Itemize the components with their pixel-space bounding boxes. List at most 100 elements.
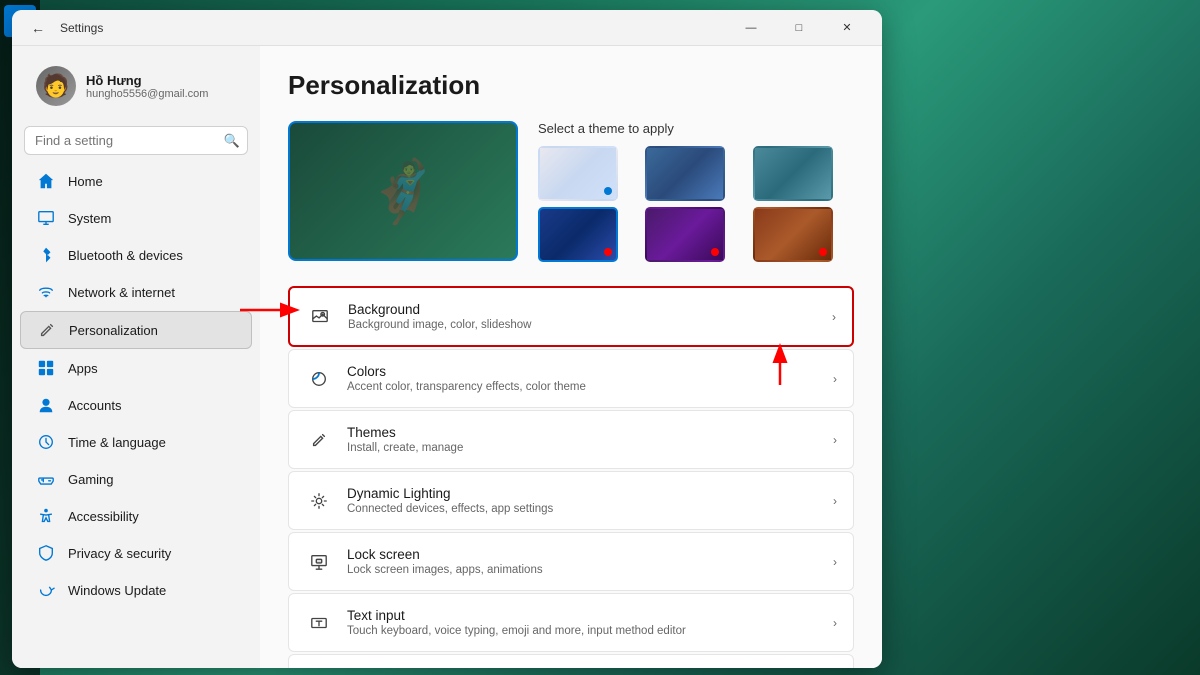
settings-icon-text-input: [305, 609, 333, 637]
nav-icon-bluetooth: [36, 245, 56, 265]
sidebar-item-apps[interactable]: Apps: [20, 350, 252, 386]
nav-icon-apps: [36, 358, 56, 378]
chevron-icon-colors: ›: [833, 372, 837, 386]
nav-icon-privacy: [36, 543, 56, 563]
settings-icon-dynamic-lighting: [305, 487, 333, 515]
nav-label-update: Windows Update: [68, 583, 166, 598]
sidebar-item-accounts[interactable]: Accounts: [20, 387, 252, 423]
user-profile[interactable]: 🧑 Hồ Hưng hungho5556@gmail.com: [20, 54, 252, 118]
nav-label-home: Home: [68, 174, 103, 189]
sidebar-item-update[interactable]: Windows Update: [20, 572, 252, 608]
nav-label-system: System: [68, 211, 111, 226]
settings-item-colors[interactable]: Colors Accent color, transparency effect…: [288, 349, 854, 408]
settings-item-lock-screen[interactable]: Lock screen Lock screen images, apps, an…: [288, 532, 854, 591]
settings-icon-colors: [305, 365, 333, 393]
nav-label-time: Time & language: [68, 435, 166, 450]
theme-select-area: Select a theme to apply: [538, 121, 854, 262]
nav-list: Home System Bluetooth & devices Network …: [12, 163, 260, 608]
chevron-icon-background: ›: [832, 310, 836, 324]
page-title: Personalization: [288, 70, 854, 101]
settings-text-lock-screen: Lock screen Lock screen images, apps, an…: [347, 547, 819, 576]
nav-icon-home: [36, 171, 56, 191]
settings-title-colors: Colors: [347, 364, 819, 379]
settings-title-text-input: Text input: [347, 608, 819, 623]
user-info: Hồ Hưng hungho5556@gmail.com: [86, 73, 208, 100]
chevron-icon-text-input: ›: [833, 616, 837, 630]
settings-list: Background Background image, color, slid…: [288, 286, 854, 668]
main-content: Personalization 🦸 Select a theme to appl…: [260, 46, 882, 668]
nav-icon-accessibility: [36, 506, 56, 526]
settings-icon-themes: [305, 426, 333, 454]
settings-item-dynamic-lighting[interactable]: Dynamic Lighting Connected devices, effe…: [288, 471, 854, 530]
nav-label-accessibility: Accessibility: [68, 509, 139, 524]
settings-title-lock-screen: Lock screen: [347, 547, 819, 562]
nav-icon-gaming: [36, 469, 56, 489]
theme-preview: 🦸: [288, 121, 518, 261]
nav-label-network: Network & internet: [68, 285, 175, 300]
theme-section: 🦸 Select a theme to apply: [288, 121, 854, 262]
nav-icon-update: [36, 580, 56, 600]
nav-label-bluetooth: Bluetooth & devices: [68, 248, 183, 263]
settings-window: ← Settings — □ ✕ 🧑 Hồ Hưng hungho5556@gm…: [12, 10, 882, 668]
theme-option-3[interactable]: [753, 146, 833, 201]
settings-title-themes: Themes: [347, 425, 819, 440]
nav-label-apps: Apps: [68, 361, 98, 376]
settings-item-text-input[interactable]: Text input Touch keyboard, voice typing,…: [288, 593, 854, 652]
user-name: Hồ Hưng: [86, 73, 208, 88]
theme-option-6[interactable]: [753, 207, 833, 262]
sidebar: 🧑 Hồ Hưng hungho5556@gmail.com 🔍 Home Sy…: [12, 46, 260, 668]
sidebar-item-accessibility[interactable]: Accessibility: [20, 498, 252, 534]
nav-label-accounts: Accounts: [68, 398, 121, 413]
settings-desc-colors: Accent color, transparency effects, colo…: [347, 381, 819, 393]
sidebar-item-gaming[interactable]: Gaming: [20, 461, 252, 497]
theme-option-1[interactable]: [538, 146, 618, 201]
settings-desc-text-input: Touch keyboard, voice typing, emoji and …: [347, 625, 819, 637]
settings-item-themes[interactable]: Themes Install, create, manage ›: [288, 410, 854, 469]
theme-option-2[interactable]: [645, 146, 725, 201]
minimize-button[interactable]: —: [728, 12, 774, 44]
theme-grid: [538, 146, 854, 262]
search-box: 🔍: [24, 126, 248, 155]
nav-icon-system: [36, 208, 56, 228]
settings-desc-themes: Install, create, manage: [347, 442, 819, 454]
settings-title-dynamic-lighting: Dynamic Lighting: [347, 486, 819, 501]
theme-option-5[interactable]: [645, 207, 725, 262]
settings-text-colors: Colors Accent color, transparency effect…: [347, 364, 819, 393]
sidebar-item-home[interactable]: Home: [20, 163, 252, 199]
chevron-icon-lock-screen: ›: [833, 555, 837, 569]
settings-item-background[interactable]: Background Background image, color, slid…: [288, 286, 854, 347]
maximize-button[interactable]: □: [776, 12, 822, 44]
close-button[interactable]: ✕: [824, 12, 870, 44]
nav-label-personalization: Personalization: [69, 323, 158, 338]
user-email: hungho5556@gmail.com: [86, 88, 208, 100]
window-title: Settings: [60, 21, 728, 35]
title-bar: ← Settings — □ ✕: [12, 10, 882, 46]
settings-item-start[interactable]: Start Recent apps and items, folders ›: [288, 654, 854, 668]
theme-option-4[interactable]: [538, 207, 618, 262]
chevron-icon-themes: ›: [833, 433, 837, 447]
window-body: 🧑 Hồ Hưng hungho5556@gmail.com 🔍 Home Sy…: [12, 46, 882, 668]
settings-text-themes: Themes Install, create, manage: [347, 425, 819, 454]
sidebar-item-time[interactable]: Time & language: [20, 424, 252, 460]
theme-select-label: Select a theme to apply: [538, 121, 854, 136]
settings-desc-lock-screen: Lock screen images, apps, animations: [347, 564, 819, 576]
nav-icon-time: [36, 432, 56, 452]
nav-label-privacy: Privacy & security: [68, 546, 171, 561]
window-controls: — □ ✕: [728, 12, 870, 44]
sidebar-item-bluetooth[interactable]: Bluetooth & devices: [20, 237, 252, 273]
back-button[interactable]: ←: [24, 14, 52, 42]
settings-text-dynamic-lighting: Dynamic Lighting Connected devices, effe…: [347, 486, 819, 515]
search-input[interactable]: [24, 126, 248, 155]
sidebar-item-network[interactable]: Network & internet: [20, 274, 252, 310]
nav-icon-personalization: [37, 320, 57, 340]
settings-desc-dynamic-lighting: Connected devices, effects, app settings: [347, 503, 819, 515]
nav-icon-network: [36, 282, 56, 302]
settings-icon-lock-screen: [305, 548, 333, 576]
settings-text-background: Background Background image, color, slid…: [348, 302, 818, 331]
sidebar-item-personalization[interactable]: Personalization: [20, 311, 252, 349]
nav-label-gaming: Gaming: [68, 472, 114, 487]
settings-title-background: Background: [348, 302, 818, 317]
search-icon: 🔍: [224, 133, 240, 149]
sidebar-item-system[interactable]: System: [20, 200, 252, 236]
sidebar-item-privacy[interactable]: Privacy & security: [20, 535, 252, 571]
